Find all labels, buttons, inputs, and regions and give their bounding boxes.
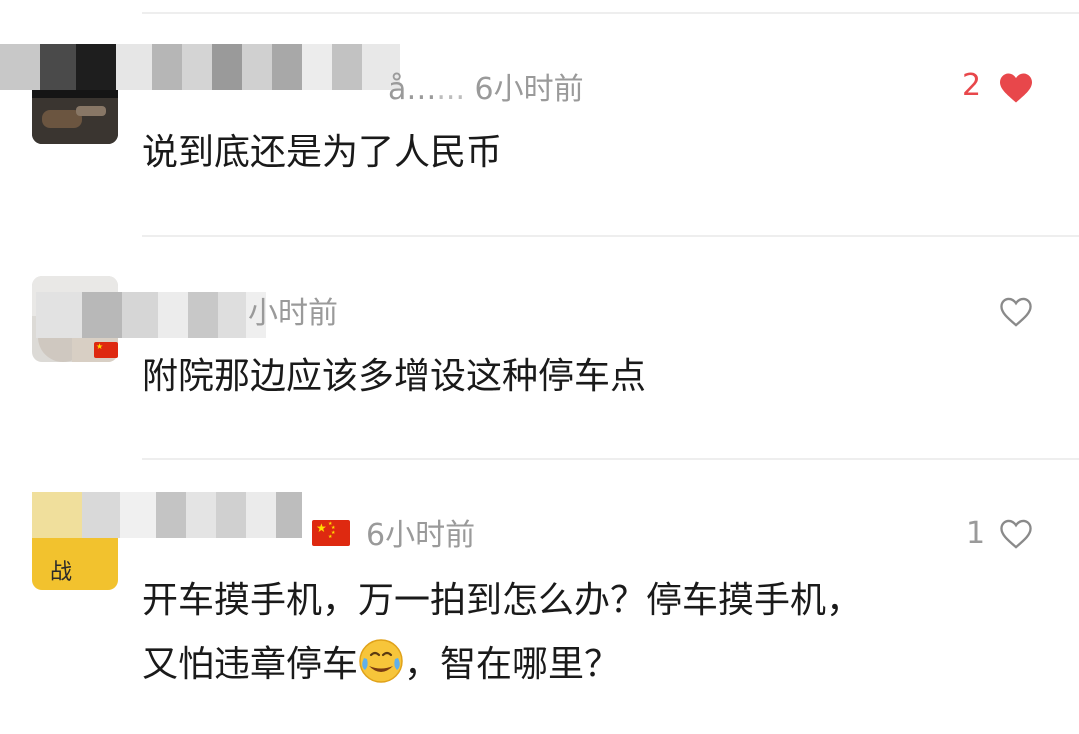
comment-time: 小时前 <box>248 296 338 331</box>
avatar-text: 战 <box>50 560 73 585</box>
like-count: 2 <box>962 68 982 103</box>
flag-badge-icon: ★ <box>94 342 118 358</box>
comment-text: 说到底还是为了人民币 <box>142 132 503 173</box>
username-masked[interactable] <box>36 292 266 338</box>
comment-time: 6小时前 <box>366 518 476 553</box>
divider <box>142 458 1079 460</box>
comment-text-line-1: 开车摸手机，万一拍到怎么办？停车摸手机， <box>142 580 863 621</box>
divider <box>142 235 1079 237</box>
heart-filled-icon[interactable] <box>998 72 1034 104</box>
china-flag-icon: ★ ★ ★ ★ ★ <box>312 520 350 546</box>
username-masked[interactable] <box>0 44 400 90</box>
heart-outline-icon[interactable] <box>998 296 1034 328</box>
comment-text-line-2: 又怕违章停车 ，智在哪里？ <box>142 634 620 696</box>
comment-text-segment: 又怕违章停车 <box>142 644 359 685</box>
comment-text-segment: ，智在哪里？ <box>404 644 621 685</box>
like-count: 1 <box>966 516 986 551</box>
comment-time: å…... 6小时前 <box>388 72 584 107</box>
divider <box>142 12 1079 14</box>
username-fragment: å… <box>388 72 437 107</box>
comment-list: å…... 6小时前 2 说到底还是为了人民币 ★ 小时前 附院那边应该多增设这… <box>0 0 1079 734</box>
comment-text: 附院那边应该多增设这种停车点 <box>142 356 647 397</box>
heart-outline-icon[interactable] <box>998 518 1034 550</box>
face-with-tears-of-joy-icon <box>359 639 403 683</box>
username-masked[interactable] <box>32 492 302 538</box>
